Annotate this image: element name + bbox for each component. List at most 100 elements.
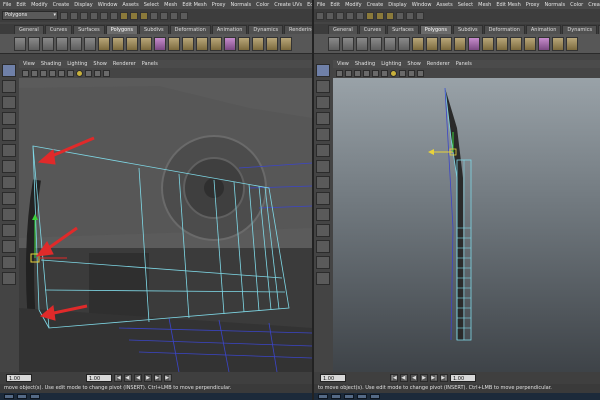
end-time-field[interactable]: 1.00 bbox=[450, 374, 476, 382]
isolate-icon[interactable] bbox=[417, 69, 424, 77]
shelf-tool-icon[interactable] bbox=[112, 36, 124, 51]
menu-create[interactable]: Create bbox=[367, 2, 384, 8]
step-back-key-button[interactable]: ◀| bbox=[124, 374, 132, 382]
menu-create[interactable]: Create bbox=[53, 2, 70, 8]
rotate-tool-icon[interactable] bbox=[2, 128, 16, 141]
layout-single-icon[interactable] bbox=[2, 192, 16, 205]
shelf-tool-icon[interactable] bbox=[42, 36, 54, 51]
menu-select[interactable]: Select bbox=[458, 2, 473, 8]
play-backwards-button[interactable]: ◀ bbox=[410, 374, 418, 382]
shelf-tool-icon[interactable] bbox=[440, 36, 452, 51]
shelf-tab-subdivs[interactable]: Subdivs bbox=[139, 25, 169, 34]
shelf-tool-icon[interactable] bbox=[524, 36, 536, 51]
panel-menu-shading[interactable]: Shading bbox=[355, 61, 375, 67]
shadows-icon[interactable] bbox=[399, 69, 406, 77]
layout-custom-icon[interactable] bbox=[2, 272, 16, 285]
shelf-tab-surfaces[interactable]: Surfaces bbox=[387, 25, 419, 34]
task-icon[interactable] bbox=[344, 394, 354, 399]
shelf-tool-icon[interactable] bbox=[196, 36, 208, 51]
last-tool-icon[interactable] bbox=[2, 176, 16, 189]
task-icon[interactable] bbox=[370, 394, 380, 399]
shelf-tab-general[interactable]: General bbox=[328, 25, 358, 34]
step-forward-key-button[interactable]: ▶| bbox=[154, 374, 162, 382]
ipr-render-icon[interactable] bbox=[170, 11, 178, 20]
menu-file[interactable]: File bbox=[3, 2, 11, 8]
render-settings-icon[interactable] bbox=[416, 11, 424, 20]
task-icon[interactable] bbox=[357, 394, 367, 399]
menu-normals[interactable]: Normals bbox=[544, 2, 565, 8]
panel-menu-lighting[interactable]: Lighting bbox=[67, 61, 87, 67]
shelf-tab-animation[interactable]: Animation bbox=[211, 25, 248, 34]
menu-edit[interactable]: Edit bbox=[16, 2, 26, 8]
shadows-icon[interactable] bbox=[85, 69, 92, 77]
menu-file[interactable]: File bbox=[317, 2, 325, 8]
start-time-field[interactable]: 1.00 bbox=[6, 374, 32, 382]
shelf-tool-icon[interactable] bbox=[412, 36, 424, 51]
layout-single-icon[interactable] bbox=[316, 192, 330, 205]
scale-tool-icon[interactable] bbox=[316, 144, 330, 157]
shelf-tab-polygons[interactable]: Polygons bbox=[105, 25, 138, 34]
xray-icon[interactable] bbox=[94, 69, 101, 77]
shelf-tool-icon[interactable] bbox=[454, 36, 466, 51]
menu-display[interactable]: Display bbox=[74, 2, 92, 8]
step-forward-key-button[interactable]: ▶| bbox=[430, 374, 438, 382]
shelf-tool-icon[interactable] bbox=[398, 36, 410, 51]
shelf-tool-icon[interactable] bbox=[56, 36, 68, 51]
lights-icon[interactable] bbox=[76, 69, 83, 77]
snap-grid-icon[interactable] bbox=[366, 11, 374, 20]
snap-point-icon[interactable] bbox=[140, 11, 148, 20]
task-icon[interactable] bbox=[318, 394, 328, 399]
shelf-tool-icon[interactable] bbox=[140, 36, 152, 51]
lasso-tool-icon[interactable] bbox=[316, 80, 330, 93]
shelf-tab-subdivs[interactable]: Subdivs bbox=[453, 25, 483, 34]
render-icon[interactable] bbox=[160, 11, 168, 20]
menu-select[interactable]: Select bbox=[144, 2, 159, 8]
layout-hypershade-icon[interactable] bbox=[316, 256, 330, 269]
shelf-tab-dynamics[interactable]: Dynamics bbox=[562, 25, 598, 34]
panel-menu-shading[interactable]: Shading bbox=[41, 61, 61, 67]
play-forwards-button[interactable]: ▶ bbox=[144, 374, 152, 382]
menu-create-uvs[interactable]: Create UVs bbox=[274, 2, 302, 8]
open-scene-icon[interactable] bbox=[326, 11, 334, 20]
shelf-tool-icon[interactable] bbox=[370, 36, 382, 51]
perspective-viewport[interactable]: View Shading Lighting Show Renderer Panels bbox=[19, 60, 312, 372]
layout-four-icon[interactable] bbox=[316, 208, 330, 221]
wireframe-icon[interactable] bbox=[49, 69, 56, 77]
menu-normals[interactable]: Normals bbox=[230, 2, 251, 8]
shelf-tool-icon[interactable] bbox=[356, 36, 368, 51]
shelf-tab-deformation[interactable]: Deformation bbox=[483, 25, 525, 34]
go-to-start-button[interactable]: |◀ bbox=[390, 374, 398, 382]
side-viewport[interactable]: View Shading Lighting Show Renderer Panels bbox=[333, 60, 600, 372]
menu-proxy[interactable]: Proxy bbox=[212, 2, 226, 8]
last-tool-icon[interactable] bbox=[316, 176, 330, 189]
menu-mesh[interactable]: Mesh bbox=[478, 2, 491, 8]
shelf-tab-curves[interactable]: Curves bbox=[44, 25, 73, 34]
lasso-tool-icon[interactable] bbox=[2, 80, 16, 93]
shelf-tab-polygons[interactable]: Polygons bbox=[419, 25, 452, 34]
shelf-tool-icon[interactable] bbox=[266, 36, 278, 51]
wireframe-icon[interactable] bbox=[363, 69, 370, 77]
layout-four-icon[interactable] bbox=[2, 208, 16, 221]
shelf-tool-icon[interactable] bbox=[224, 36, 236, 51]
task-icon[interactable] bbox=[331, 394, 341, 399]
select-tool-icon[interactable] bbox=[316, 64, 330, 77]
render-icon[interactable] bbox=[406, 11, 414, 20]
panel-menu-lighting[interactable]: Lighting bbox=[381, 61, 401, 67]
new-scene-icon[interactable] bbox=[60, 11, 68, 20]
shelf-tool-icon[interactable] bbox=[384, 36, 396, 51]
layout-persp-graph-icon[interactable] bbox=[2, 224, 16, 237]
textured-icon[interactable] bbox=[381, 69, 388, 77]
select-component-icon[interactable] bbox=[356, 11, 364, 20]
save-scene-icon[interactable] bbox=[336, 11, 344, 20]
shelf-tool-icon[interactable] bbox=[552, 36, 564, 51]
menu-mesh[interactable]: Mesh bbox=[164, 2, 177, 8]
save-scene-icon[interactable] bbox=[80, 11, 88, 20]
move-tool-icon[interactable] bbox=[316, 112, 330, 125]
shelf-tab-animation[interactable]: Animation bbox=[525, 25, 562, 34]
history-icon[interactable] bbox=[150, 11, 158, 20]
shelf-tool-icon[interactable] bbox=[210, 36, 222, 51]
layout-custom-icon[interactable] bbox=[316, 272, 330, 285]
shelf-tool-icon[interactable] bbox=[238, 36, 250, 51]
shelf-tool-icon[interactable] bbox=[84, 36, 96, 51]
shelf-tab-deformation[interactable]: Deformation bbox=[169, 25, 211, 34]
